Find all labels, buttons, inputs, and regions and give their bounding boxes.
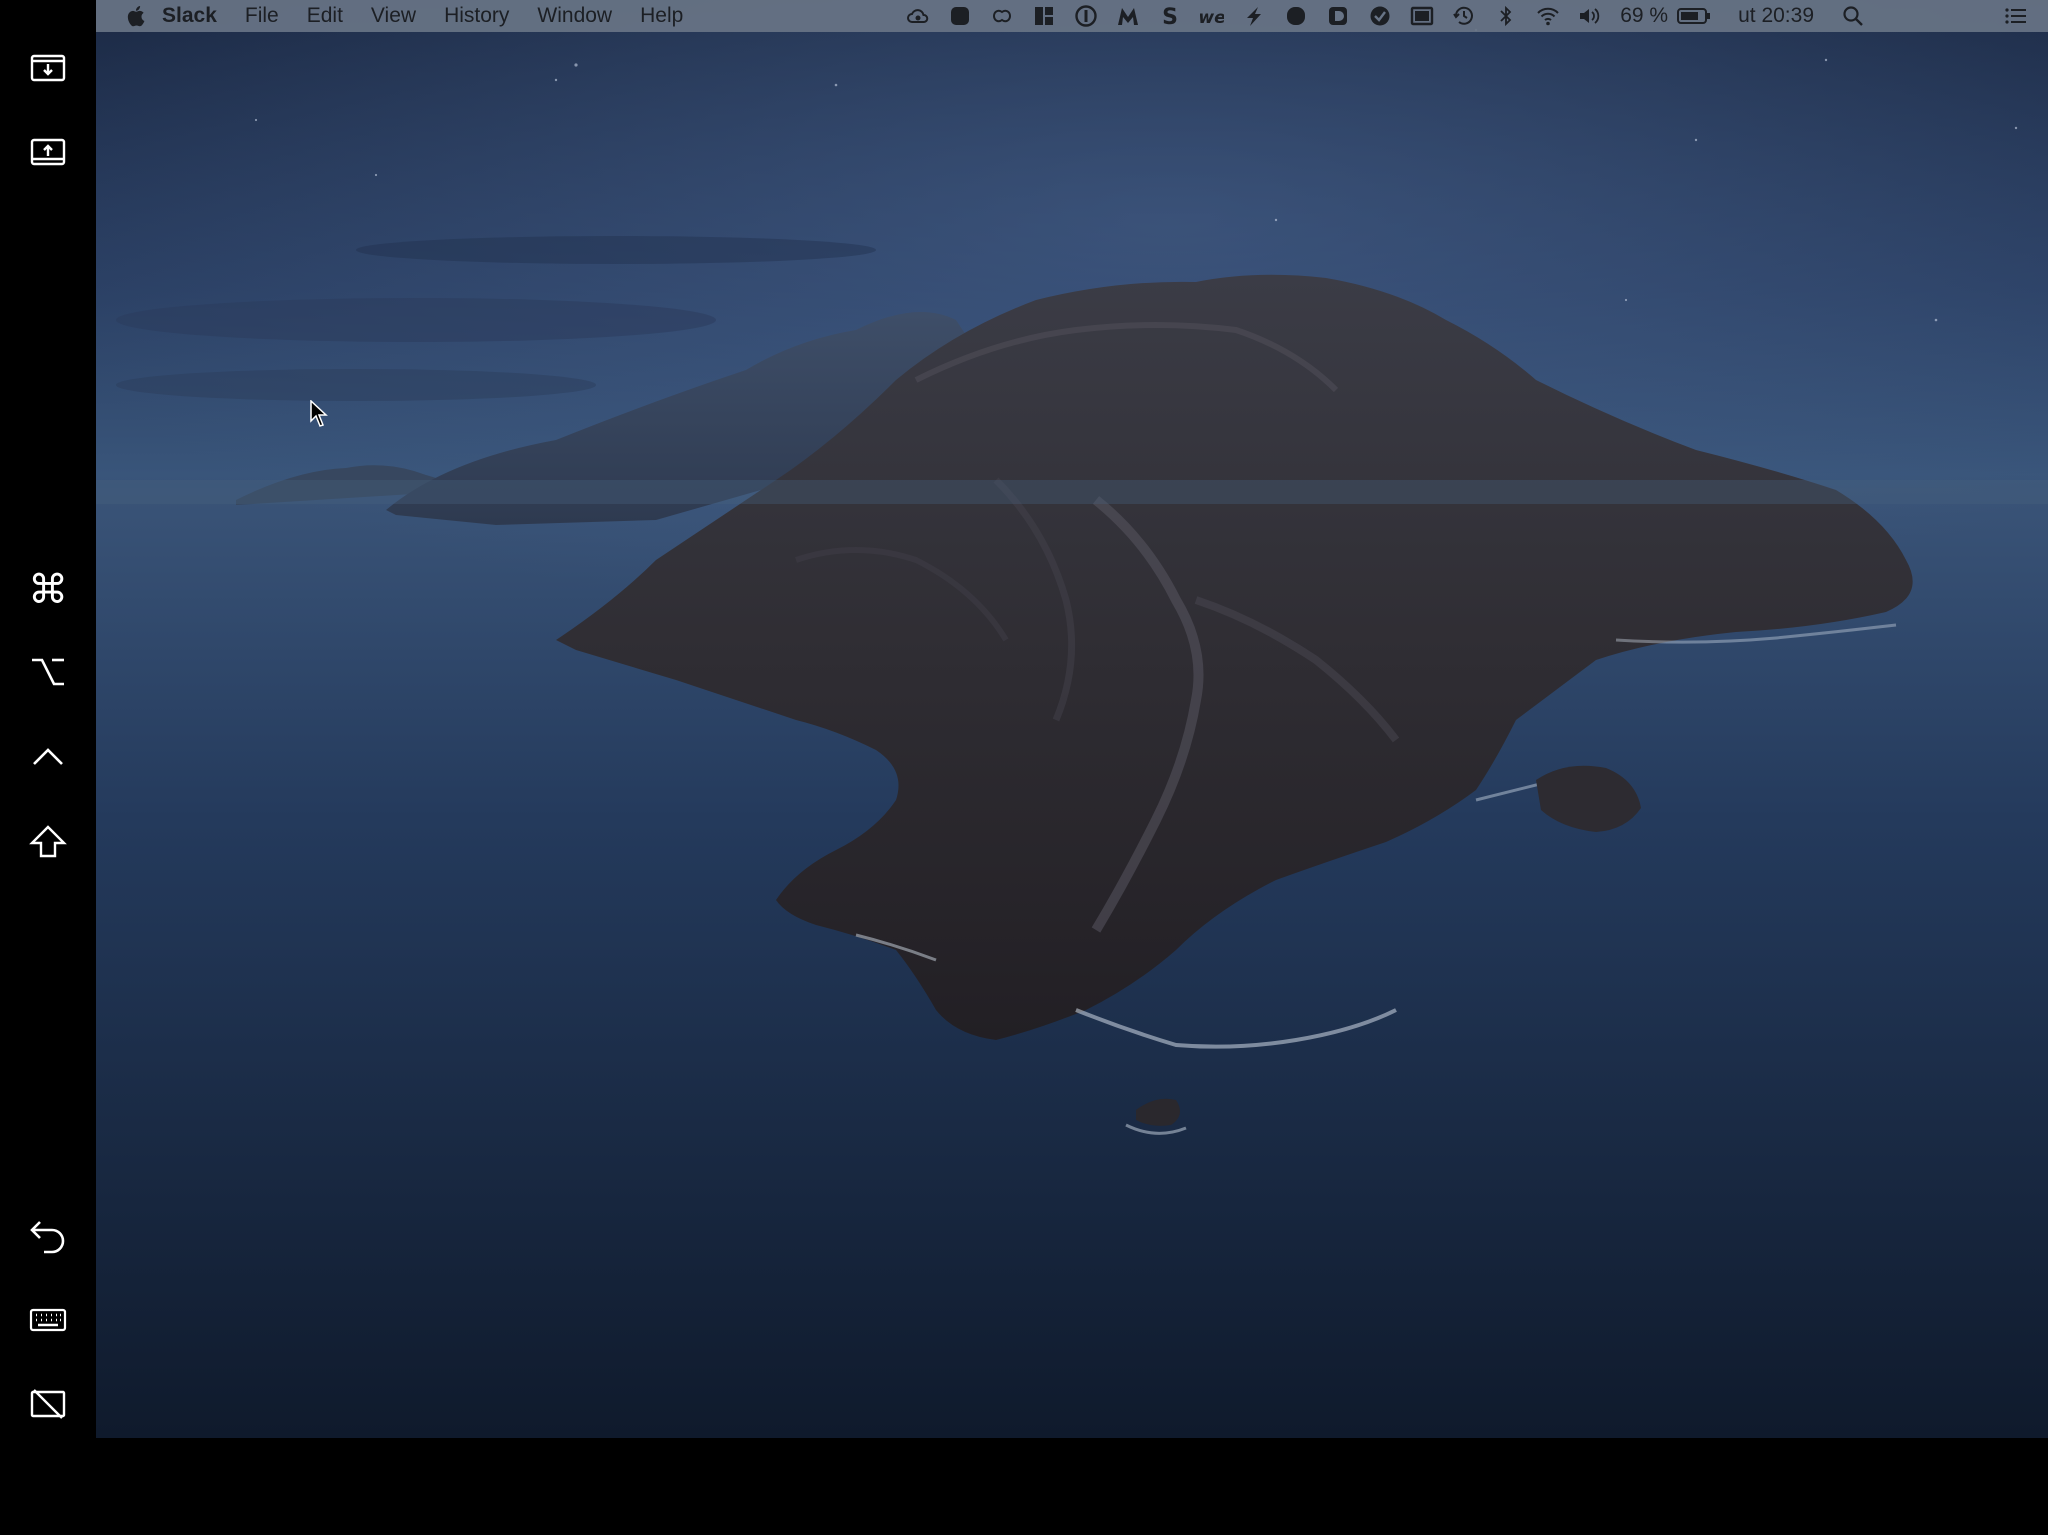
dropzone-icon[interactable] [1326,5,1350,27]
mailbutler-icon[interactable] [1116,5,1140,27]
apple-menu-icon[interactable] [126,4,148,28]
scrivener-icon[interactable]: S [1158,5,1182,27]
menu-history[interactable]: History [430,0,523,32]
notification-center-icon[interactable] [2004,5,2028,27]
mouse-cursor [310,400,328,427]
mindnode-icon[interactable] [990,5,1014,27]
spark-icon[interactable] [1242,5,1266,27]
spotlight-search-icon[interactable] [1841,5,1865,27]
menu-bar: Slack File Edit View History Window Help… [96,0,2048,32]
desktop-wallpaper [96,0,2048,1438]
svg-text:we: we [1200,8,1224,27]
battery-icon[interactable] [1677,5,1711,27]
record-icon-2[interactable] [1284,5,1308,27]
shift-key-icon[interactable] [18,812,78,872]
display-icon[interactable] [1410,5,1434,27]
battery-percentage[interactable]: 69 % [1620,4,1668,28]
command-key-icon[interactable]: ⌘ [18,560,78,620]
control-key-icon[interactable] [18,726,78,786]
menu-window[interactable]: Window [523,0,626,32]
menu-edit[interactable]: Edit [293,0,357,32]
menu-view[interactable]: View [357,0,430,32]
sidecar-sidebar: ⌘ [0,0,96,1535]
show-menubar-icon[interactable] [18,38,78,98]
1password-icon[interactable] [1074,5,1098,27]
wechat-icon[interactable]: we [1200,5,1224,27]
show-dock-icon[interactable] [18,122,78,182]
menubar-clock[interactable]: ut 20:39 [1738,4,1814,28]
disconnect-display-icon[interactable] [18,1374,78,1434]
menu-help[interactable]: Help [626,0,697,32]
keyboard-icon[interactable] [18,1290,78,1350]
desktop[interactable] [96,0,2048,1438]
svg-text:S: S [1162,5,1178,27]
menu-file[interactable]: File [231,0,293,32]
bluetooth-icon[interactable] [1494,5,1518,27]
time-machine-icon[interactable] [1452,5,1476,27]
record-icon[interactable] [948,5,972,27]
creative-cloud-icon[interactable] [906,5,930,27]
wifi-icon[interactable] [1536,5,1560,27]
things-icon[interactable] [1368,5,1392,27]
magnet-icon[interactable] [1032,5,1056,27]
option-key-icon[interactable] [18,642,78,702]
undo-icon[interactable] [18,1206,78,1266]
menu-extras: S we 69 % [897,0,2048,32]
volume-icon[interactable] [1578,5,1602,27]
display-bottom-bezel [96,1438,2048,1535]
app-menu-slack[interactable]: Slack [148,0,231,32]
